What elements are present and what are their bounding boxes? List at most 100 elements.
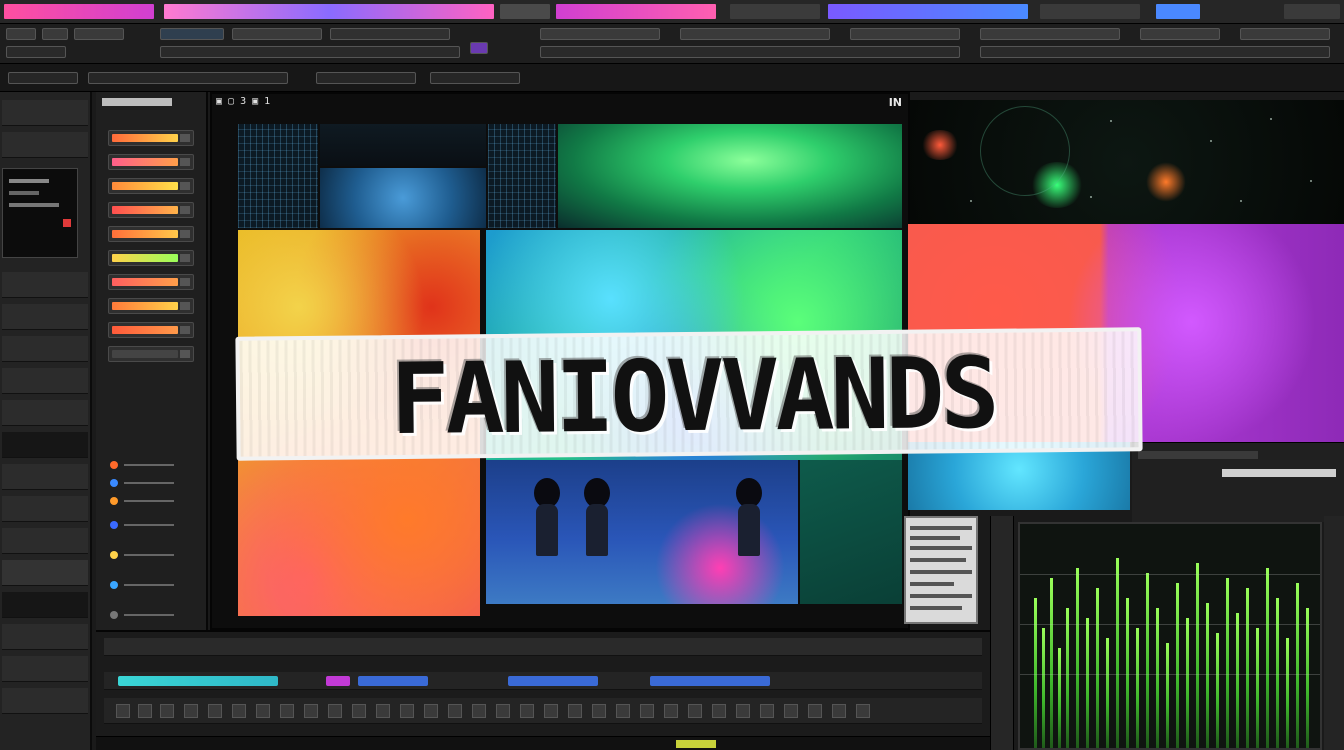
panel-row[interactable] [2, 496, 88, 522]
tool-button[interactable] [316, 72, 416, 84]
record-icon[interactable] [63, 219, 71, 227]
panel-row[interactable] [2, 528, 88, 554]
menu-segment[interactable] [730, 4, 820, 19]
timeline-clip[interactable] [508, 676, 598, 686]
effect-preset[interactable] [108, 346, 194, 362]
menu-segment[interactable] [828, 4, 1028, 19]
source-monitor[interactable] [2, 168, 78, 258]
effect-preset[interactable] [108, 178, 194, 194]
effect-preset[interactable] [108, 250, 194, 266]
effect-control[interactable] [108, 458, 194, 472]
tool-button[interactable] [8, 72, 78, 84]
timeline-track[interactable] [104, 698, 982, 724]
menu-segment[interactable] [1040, 4, 1140, 19]
tool-button[interactable] [540, 46, 960, 58]
video-thumbnail[interactable] [320, 124, 486, 166]
effect-preset[interactable] [108, 322, 194, 338]
panel-row[interactable] [2, 688, 88, 714]
secondary-toolbar [0, 64, 1344, 92]
effect-control[interactable] [108, 548, 194, 562]
tool-button[interactable] [88, 72, 288, 84]
effect-control[interactable] [108, 518, 194, 532]
timeline-clip[interactable] [326, 676, 350, 686]
effect-control[interactable] [108, 608, 194, 622]
title-text: FANIOVVANDS [389, 336, 997, 458]
side-panel [1132, 442, 1344, 522]
video-thumbnail[interactable] [238, 124, 318, 228]
tool-button[interactable] [1240, 28, 1330, 40]
tool-button[interactable] [540, 28, 660, 40]
effect-preset[interactable] [108, 154, 194, 170]
effect-preset[interactable] [108, 226, 194, 242]
panel-row[interactable] [2, 304, 88, 330]
tool-button[interactable] [1140, 28, 1220, 40]
tool-button[interactable] [160, 46, 460, 58]
panel-divider[interactable] [990, 516, 1014, 750]
toolbar [0, 24, 1344, 64]
title-overlay[interactable]: FANIOVVANDS [235, 327, 1143, 461]
menu-segment[interactable] [1156, 4, 1200, 19]
silhouette-figure [532, 478, 562, 556]
menu-segment[interactable] [500, 4, 550, 19]
tool-button[interactable] [42, 28, 68, 40]
panel-row[interactable] [2, 132, 88, 158]
panel-row[interactable] [2, 624, 88, 650]
timeline-track[interactable] [104, 638, 982, 656]
tool-button[interactable] [74, 28, 124, 40]
timeline-panel[interactable] [96, 630, 990, 750]
monitor-tab-right[interactable]: IN [889, 96, 902, 110]
panel-row[interactable] [2, 432, 88, 458]
left-panel [0, 92, 92, 750]
tool-button[interactable] [980, 28, 1120, 40]
menu-segment[interactable] [1284, 4, 1340, 19]
tool-button[interactable] [160, 28, 224, 40]
menu-segment[interactable] [556, 4, 716, 19]
timeline-clip[interactable] [118, 676, 278, 686]
menu-segment[interactable] [4, 4, 154, 19]
scrollbar[interactable] [1324, 516, 1344, 750]
tool-button[interactable] [430, 72, 520, 84]
space-preview[interactable] [910, 100, 1344, 224]
tool-button[interactable] [850, 28, 960, 40]
video-thumbnail[interactable] [320, 168, 486, 228]
effect-control[interactable] [108, 494, 194, 508]
tool-button[interactable] [6, 28, 36, 40]
effect-preset[interactable] [108, 298, 194, 314]
effect-preset[interactable] [108, 202, 194, 218]
panel-row[interactable] [2, 100, 88, 126]
timeline-clip[interactable] [358, 676, 428, 686]
panel-row[interactable] [2, 272, 88, 298]
tool-button[interactable] [680, 28, 830, 40]
waveform-scope [1018, 522, 1322, 750]
video-thumbnail[interactable] [488, 124, 556, 228]
panel-row[interactable] [2, 656, 88, 682]
video-thumbnail[interactable] [558, 124, 902, 228]
video-clip-side[interactable] [800, 460, 902, 604]
panel-row[interactable] [2, 464, 88, 490]
effect-preset[interactable] [108, 274, 194, 290]
panel-row[interactable] [2, 336, 88, 362]
effect-preset[interactable] [108, 130, 194, 146]
silhouette-figure [582, 478, 612, 556]
tool-button[interactable] [330, 28, 450, 40]
monitor-tab[interactable]: ▣ ▢ 3 ▣ 1 [216, 96, 270, 110]
status-bar [96, 736, 990, 750]
panel-row[interactable] [2, 592, 88, 618]
tool-button[interactable] [980, 46, 1330, 58]
panel-row[interactable] [2, 400, 88, 426]
tool-button[interactable] [6, 46, 66, 58]
editing-app-window: ▣ ▢ 3 ▣ 1 IN FANIOVVANDS [0, 0, 1344, 750]
silhouette-figure [734, 478, 764, 556]
video-clip-scene[interactable] [486, 460, 798, 604]
effect-control[interactable] [108, 476, 194, 490]
panel-row[interactable] [2, 560, 88, 586]
tool-button[interactable] [232, 28, 322, 40]
tool-button[interactable] [470, 42, 488, 54]
effect-control[interactable] [108, 578, 194, 592]
clip-info-panel[interactable] [904, 516, 978, 624]
panel-row[interactable] [2, 368, 88, 394]
timeline-track[interactable] [104, 672, 982, 690]
timeline-clip[interactable] [650, 676, 770, 686]
menu-segment[interactable] [164, 4, 494, 19]
panel-header [102, 98, 172, 110]
